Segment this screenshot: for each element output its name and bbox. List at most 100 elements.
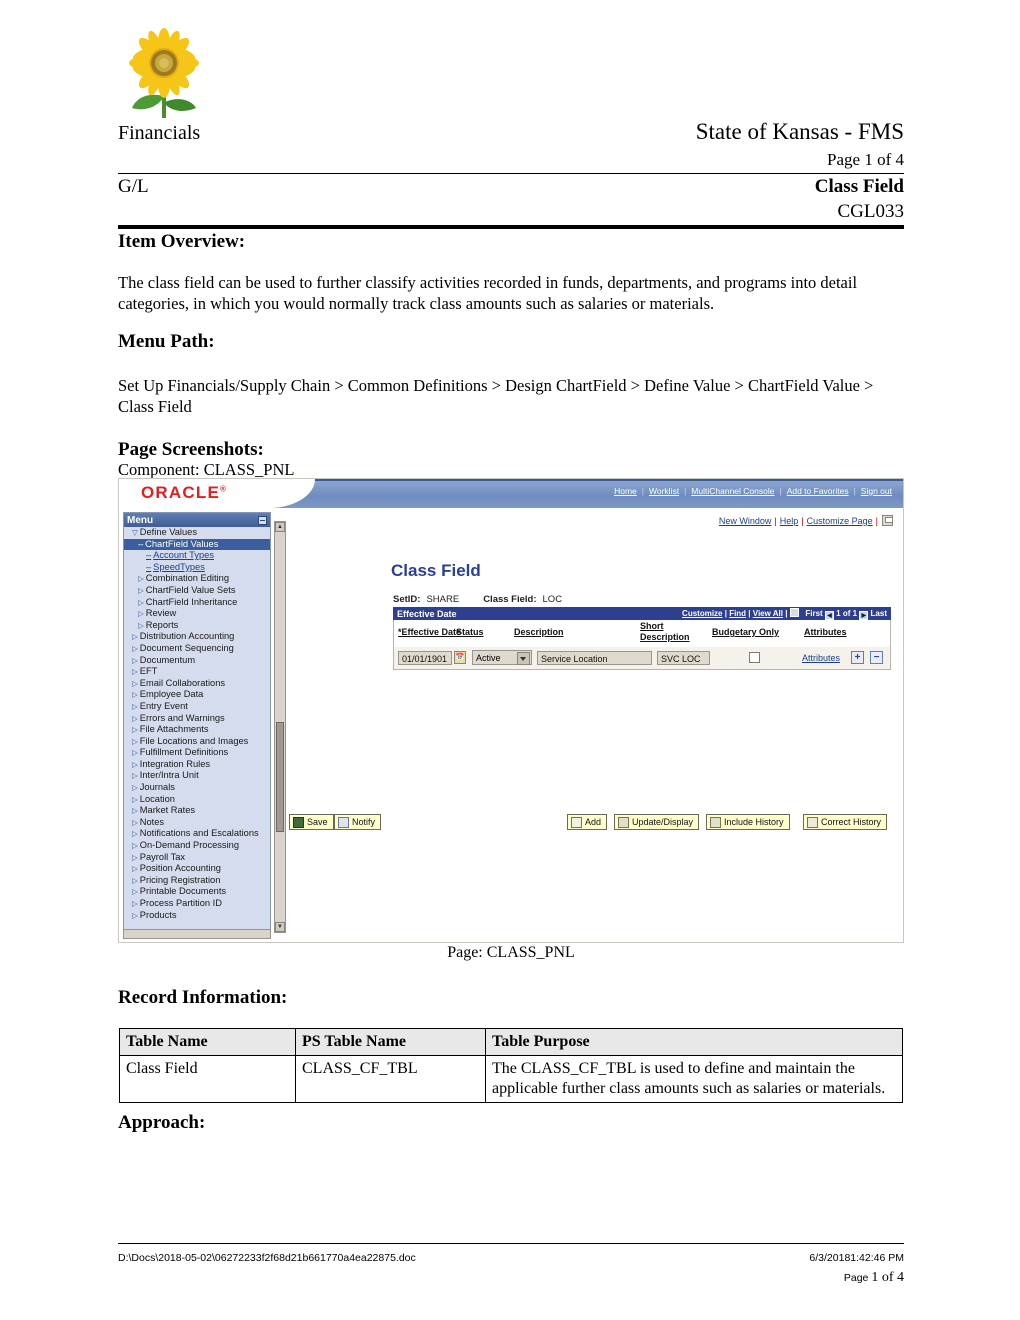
column-budgetary-only[interactable]: Budgetary Only (712, 627, 779, 637)
link-home[interactable]: Home (609, 486, 642, 496)
budgetary-only-checkbox[interactable] (749, 652, 760, 663)
column-status[interactable]: Status (456, 627, 484, 637)
scroll-up-icon[interactable]: ▲ (275, 522, 285, 532)
customize-link[interactable]: Customize (682, 609, 722, 618)
chevron-right-icon: ▷ (132, 725, 138, 735)
menu-item-integration-rules[interactable]: ▷ Integration Rules (124, 759, 270, 771)
update-display-button[interactable]: Update/Display (614, 814, 700, 830)
grid-header-bar: Effective Date Customize | Find | View A… (393, 607, 891, 620)
add-button[interactable]: Add (567, 814, 608, 830)
menu-item-inter-intra-unit[interactable]: ▷ Inter/Intra Unit (124, 770, 270, 782)
cell-table-purpose: The CLASS_CF_TBL is used to define and m… (485, 1055, 903, 1103)
correct-history-button[interactable]: Correct History (803, 814, 888, 830)
update-display-button-label: Update/Display (632, 817, 694, 827)
menu-item-location[interactable]: ▷ Location (124, 794, 270, 806)
menu-item-chartfield-values[interactable]: – ChartField Values (124, 538, 270, 551)
menu-item-speedtypes[interactable]: – SpeedTypes (124, 562, 270, 574)
menu-item-chartfield-value-sets[interactable]: ▷ ChartField Value Sets (124, 585, 270, 597)
menu-item-label: On-Demand Processing (139, 840, 239, 851)
find-link[interactable]: Find (729, 609, 746, 618)
next-arrow-icon[interactable]: ▶ (859, 610, 869, 620)
save-button[interactable]: Save (289, 814, 334, 830)
prev-arrow-icon[interactable]: ◀ (824, 610, 834, 620)
scroll-down-icon[interactable]: ▼ (275, 922, 285, 932)
column-attributes[interactable]: Attributes (804, 627, 847, 637)
link-customize-page[interactable]: Customize Page (804, 516, 876, 526)
view-all-link[interactable]: View All (753, 609, 783, 618)
last-link[interactable]: Last (871, 609, 887, 618)
link-add-to-favorites[interactable]: Add to Favorites (782, 486, 854, 496)
menu-item-account-types[interactable]: – Account Types (124, 550, 270, 562)
menu-item-employee-data[interactable]: ▷ Employee Data (124, 689, 270, 701)
status-select[interactable]: Active (472, 650, 532, 665)
menu-item-distribution-accounting[interactable]: ▷ Distribution Accounting (124, 631, 270, 643)
column-short-description[interactable]: Short Description (640, 621, 690, 643)
menu-item-label: Define Values (139, 527, 197, 537)
menu-item-position-accounting[interactable]: ▷ Position Accounting (124, 863, 270, 875)
calendar-icon[interactable]: 📅 (454, 651, 466, 664)
menu-item-printable-documents[interactable]: ▷ Printable Documents (124, 886, 270, 898)
menu-item-label: Reports (145, 619, 179, 630)
menu-item-file-attachments[interactable]: ▷ File Attachments (124, 724, 270, 736)
menu-horizontal-scrollbar[interactable] (123, 929, 271, 939)
attributes-link[interactable]: Attributes (802, 653, 840, 663)
scrollbar-thumb[interactable] (276, 722, 284, 832)
menu-item-payroll-tax[interactable]: ▷ Payroll Tax (124, 852, 270, 864)
menu-item-label: Review (145, 608, 177, 619)
column-effective-date[interactable]: *Effective Date (398, 627, 461, 637)
print-icon[interactable] (882, 515, 893, 526)
menu-path-body: Set Up Financials/Supply Chain > Common … (118, 376, 874, 416)
menu-item-documentum[interactable]: ▷ Documentum (124, 655, 270, 667)
menu-item-combination-editing[interactable]: ▷ Combination Editing (124, 573, 270, 585)
menu-item-pricing-registration[interactable]: ▷ Pricing Registration (124, 875, 270, 887)
menu-item-notifications-and-escalations[interactable]: ▷ Notifications and Escalations (124, 828, 270, 840)
link-worklist[interactable]: Worklist (644, 486, 684, 496)
include-history-button-label: Include History (724, 817, 784, 827)
menu-item-journals[interactable]: ▷ Journals (124, 782, 270, 794)
include-history-button[interactable]: Include History (706, 814, 790, 830)
plus-icon[interactable]: + (851, 651, 864, 664)
menu-item-errors-and-warnings[interactable]: ▷ Errors and Warnings (124, 713, 270, 725)
chevron-right-icon: ▷ (138, 609, 144, 619)
menu-item-label: Inter/Intra Unit (139, 770, 199, 781)
menu-item-on-demand-processing[interactable]: ▷ On-Demand Processing (124, 840, 270, 852)
menu-item-eft[interactable]: ▷ EFT (124, 666, 270, 678)
notify-button-label: Notify (352, 817, 376, 827)
menu-item-document-sequencing[interactable]: ▷ Document Sequencing (124, 643, 270, 655)
menu-item-review[interactable]: ▷ Review (124, 608, 270, 620)
column-description[interactable]: Description (514, 627, 564, 637)
collapse-icon[interactable] (258, 515, 267, 525)
link-help[interactable]: Help (777, 516, 802, 526)
setid-label: SetID: (393, 594, 421, 605)
menu-item-products[interactable]: ▷ Products (124, 910, 270, 922)
link-multichannel-console[interactable]: MultiChannel Console (686, 486, 779, 496)
chevron-right-icon: ▷ (132, 794, 138, 804)
content-scrollbar[interactable]: ▲ ▼ (274, 521, 286, 933)
grid-icon[interactable] (789, 607, 799, 617)
link-sign-out[interactable]: Sign out (856, 486, 897, 496)
menu-item-label: File Locations and Images (139, 735, 249, 746)
chevron-right-icon: ▷ (132, 841, 138, 851)
menu-item-market-rates[interactable]: ▷ Market Rates (124, 805, 270, 817)
link-new-window[interactable]: New Window (716, 516, 775, 526)
notify-button[interactable]: Notify (334, 814, 382, 830)
menu-item-define-values[interactable]: ▽ Define Values (124, 527, 270, 539)
minus-icon[interactable]: − (870, 651, 883, 664)
chevron-right-icon: ▷ (132, 783, 138, 793)
first-link[interactable]: First (805, 609, 822, 618)
menu-item-file-locations-and-images[interactable]: ▷ File Locations and Images (124, 736, 270, 748)
short-description-input[interactable]: SVC LOC (657, 651, 710, 665)
menu-item-notes[interactable]: ▷ Notes (124, 817, 270, 829)
menu-item-fulfillment-definitions[interactable]: ▷ Fulfillment Definitions (124, 747, 270, 759)
menu-item-entry-event[interactable]: ▷ Entry Event (124, 701, 270, 713)
grid-column-headers: *Effective Date Status Description Short… (393, 620, 891, 647)
screenshot-caption: Page: CLASS_PNL (447, 944, 575, 961)
menu-item-process-partition-id[interactable]: ▷ Process Partition ID (124, 898, 270, 910)
menu-item-chartfield-inheritance[interactable]: ▷ ChartField Inheritance (124, 597, 270, 609)
description-input[interactable]: Service Location (537, 651, 652, 665)
menu-item-email-collaborations[interactable]: ▷ Email Collaborations (124, 678, 270, 690)
effective-date-input[interactable]: 01/01/1901 (398, 651, 452, 665)
menu-item-reports[interactable]: ▷ Reports (124, 620, 270, 632)
menu-item-label: ChartField Inheritance (145, 596, 238, 607)
chevron-right-icon: ▷ (132, 701, 138, 711)
